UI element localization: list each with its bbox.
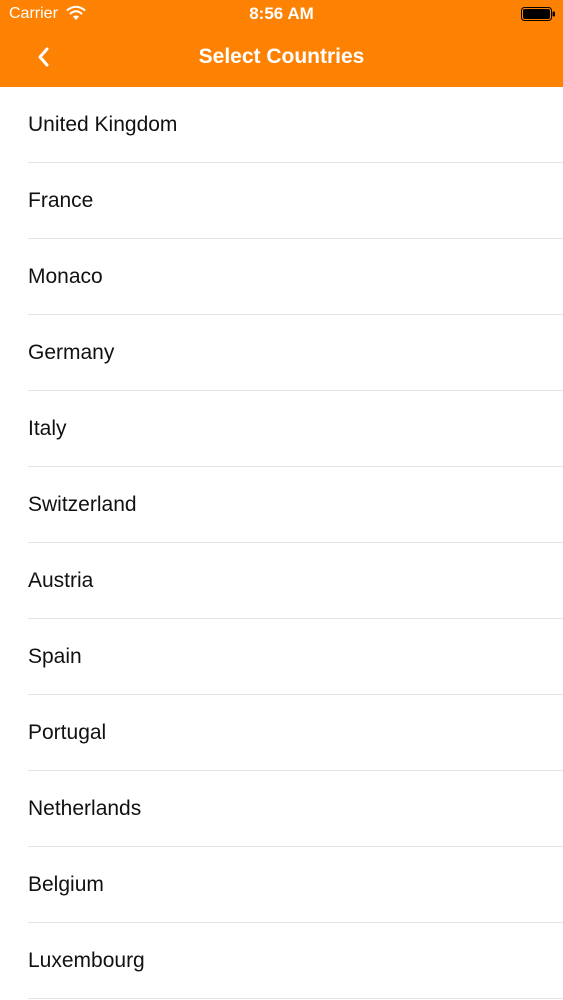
country-label: Austria bbox=[28, 569, 94, 592]
country-label: Spain bbox=[28, 645, 82, 668]
country-row-italy[interactable]: Italy bbox=[0, 391, 563, 467]
country-row-france[interactable]: France bbox=[0, 163, 563, 239]
country-label: Netherlands bbox=[28, 797, 142, 820]
status-time: 8:56 AM bbox=[249, 4, 314, 23]
country-row-spain[interactable]: Spain bbox=[0, 619, 563, 695]
country-label: Belgium bbox=[28, 873, 104, 896]
country-label: France bbox=[28, 189, 94, 212]
country-label: Switzerland bbox=[28, 493, 137, 516]
country-label: Luxembourg bbox=[28, 949, 145, 972]
country-list: United Kingdom France Monaco Germany Ita… bbox=[0, 87, 563, 999]
country-row-united-kingdom[interactable]: United Kingdom bbox=[0, 87, 563, 163]
country-row-switzerland[interactable]: Switzerland bbox=[0, 467, 563, 543]
country-label: United Kingdom bbox=[28, 113, 178, 136]
battery-icon bbox=[521, 7, 555, 21]
country-row-belgium[interactable]: Belgium bbox=[0, 847, 563, 923]
country-row-portugal[interactable]: Portugal bbox=[0, 695, 563, 771]
country-label: Italy bbox=[28, 417, 67, 440]
country-row-germany[interactable]: Germany bbox=[0, 315, 563, 391]
country-label: Germany bbox=[28, 341, 115, 364]
country-row-austria[interactable]: Austria bbox=[0, 543, 563, 619]
status-bar: Carrier 8:56 AM bbox=[0, 0, 563, 28]
country-row-netherlands[interactable]: Netherlands bbox=[0, 771, 563, 847]
country-label: Portugal bbox=[28, 721, 107, 744]
country-row-luxembourg[interactable]: Luxembourg bbox=[0, 923, 563, 999]
page-title: Select Countries bbox=[198, 45, 365, 68]
country-row-monaco[interactable]: Monaco bbox=[0, 239, 563, 315]
country-label: Monaco bbox=[28, 265, 103, 288]
header: Carrier 8:56 AM Select Countries bbox=[0, 0, 563, 87]
navigation-bar: Select Countries bbox=[0, 28, 563, 87]
